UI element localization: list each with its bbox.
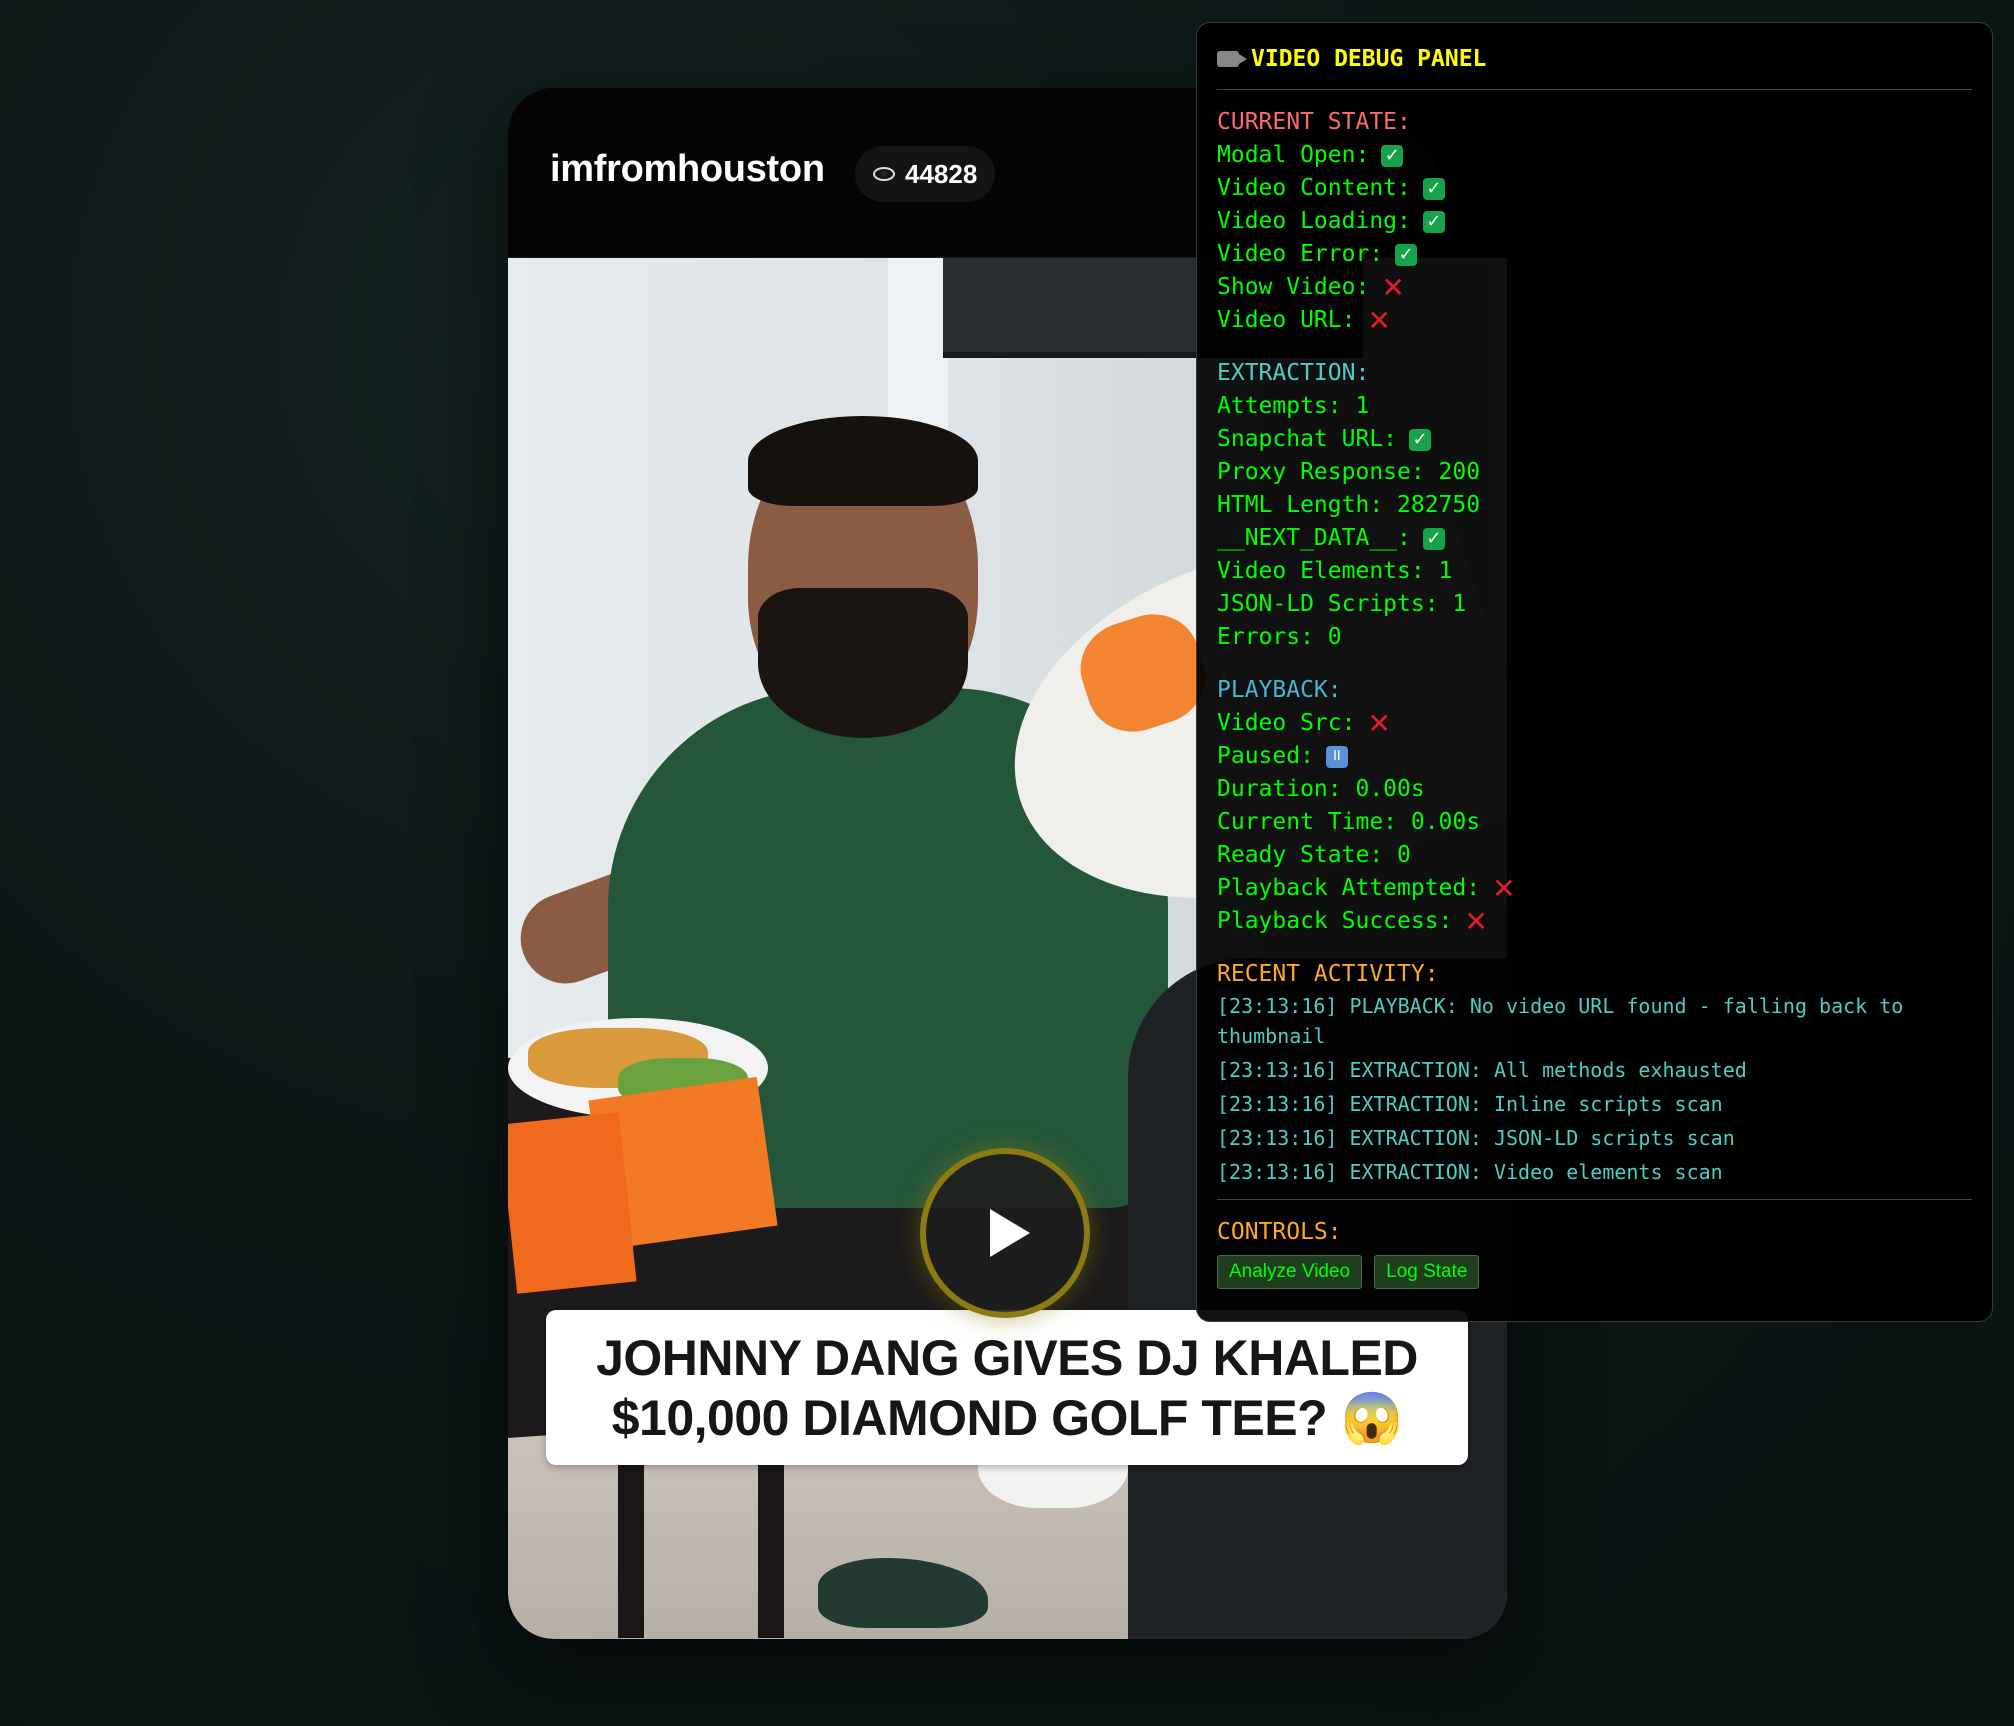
snapchat-url-row: Snapchat URL: ✓ xyxy=(1217,423,1972,456)
log-entry: [23:13:16] PLAYBACK: No video URL found … xyxy=(1217,994,1904,1048)
playback-heading: PLAYBACK: xyxy=(1217,677,1342,703)
cross-icon: ✕ xyxy=(1464,904,1488,938)
username[interactable]: imfromhouston xyxy=(550,148,825,191)
view-count: 44828 xyxy=(905,158,978,189)
html-length-row: HTML Length: 282750 xyxy=(1217,492,1481,518)
video-caption: JOHNNY DANG GIVES DJ KHALED $10,000 DIAM… xyxy=(546,1310,1468,1465)
log-entry: [23:13:16] EXTRACTION: All methods exhau… xyxy=(1217,1058,1747,1082)
current-state-heading: CURRENT STATE: xyxy=(1217,109,1411,135)
play-icon xyxy=(990,1209,1030,1257)
controls-row: Analyze Video Log State xyxy=(1217,1255,1972,1289)
check-icon: ✓ xyxy=(1422,177,1445,200)
proxy-response-row: Proxy Response: 200 xyxy=(1217,459,1481,485)
show-video-row: Show Video: ✕ xyxy=(1217,270,1405,304)
camera-icon xyxy=(1217,51,1247,67)
log-entry: [23:13:16] EXTRACTION: Video elements sc… xyxy=(1217,1160,1723,1184)
video-debug-panel: VIDEO DEBUG PANEL CURRENT STATE: Modal O… xyxy=(1196,22,1993,1322)
caption-line-1: JOHNNY DANG GIVES DJ KHALED xyxy=(596,1329,1418,1386)
modal-open-row: Modal Open: ✓ xyxy=(1217,139,1972,172)
panel-title-row: VIDEO DEBUG PANEL xyxy=(1217,41,1972,77)
video-src-row: Video Src: ✕ xyxy=(1217,706,1391,740)
controls-heading: CONTROLS: xyxy=(1217,1219,1342,1245)
log-entry: [23:13:16] EXTRACTION: Inline scripts sc… xyxy=(1217,1092,1723,1116)
paused-row: Paused: II xyxy=(1217,740,1972,773)
cross-icon: ✕ xyxy=(1381,270,1405,304)
video-loading-row: Video Loading: ✓ xyxy=(1217,205,1972,238)
playback-success-row: Playback Success: ✕ xyxy=(1217,904,1488,938)
video-elements-row: Video Elements: 1 xyxy=(1217,558,1453,584)
playback-attempted-row: Playback Attempted: ✕ xyxy=(1217,871,1516,905)
scene-person-beard xyxy=(758,588,968,738)
analyze-video-button[interactable]: Analyze Video xyxy=(1217,1255,1363,1289)
log-state-button[interactable]: Log State xyxy=(1374,1255,1480,1289)
extraction-heading: EXTRACTION: xyxy=(1217,360,1370,386)
errors-row: Errors: 0 xyxy=(1217,624,1342,650)
caption-line-2: $10,000 DIAMOND GOLF TEE? 😱 xyxy=(611,1389,1403,1446)
check-icon: ✓ xyxy=(1395,243,1418,266)
pause-icon: II xyxy=(1325,745,1348,768)
check-icon: ✓ xyxy=(1409,428,1432,451)
cross-icon: ✕ xyxy=(1367,303,1391,337)
panel-title: VIDEO DEBUG PANEL xyxy=(1251,46,1487,72)
play-button[interactable] xyxy=(920,1148,1090,1318)
log-entry: [23:13:16] EXTRACTION: JSON-LD scripts s… xyxy=(1217,1126,1735,1150)
next-data-row: __NEXT_DATA__: ✓ xyxy=(1217,522,1972,555)
divider xyxy=(1217,89,1972,90)
duration-row: Duration: 0.00s xyxy=(1217,776,1425,802)
cross-icon: ✕ xyxy=(1367,706,1391,740)
view-count-badge: 44828 xyxy=(855,146,996,202)
video-error-row: Video Error: ✓ xyxy=(1217,238,1972,271)
video-url-row: Video URL: ✕ xyxy=(1217,303,1391,337)
check-icon: ✓ xyxy=(1422,210,1445,233)
current-time-row: Current Time: 0.00s xyxy=(1217,809,1481,835)
check-icon: ✓ xyxy=(1422,527,1445,550)
attempts-row: Attempts: 1 xyxy=(1217,393,1370,419)
ready-state-row: Ready State: 0 xyxy=(1217,842,1411,868)
scene-person-hair xyxy=(748,416,978,506)
recent-activity-heading: RECENT ACTIVITY: xyxy=(1217,961,1439,987)
divider xyxy=(1217,1199,1972,1200)
cross-icon: ✕ xyxy=(1492,871,1516,905)
jsonld-scripts-row: JSON-LD Scripts: 1 xyxy=(1217,591,1467,617)
eye-icon xyxy=(873,167,895,181)
video-content-row: Video Content: ✓ xyxy=(1217,172,1972,205)
check-icon: ✓ xyxy=(1381,144,1404,167)
scene-orange-box xyxy=(508,1112,637,1294)
